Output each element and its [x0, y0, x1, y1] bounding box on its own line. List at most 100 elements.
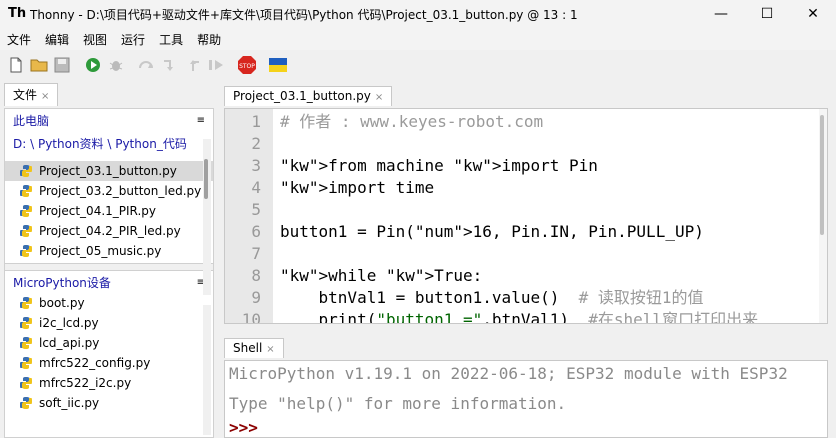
resume-icon[interactable]: [206, 55, 226, 75]
file-name: Project_03.2_button_led.py: [39, 184, 202, 198]
python-file-icon: [19, 204, 33, 218]
shell-prompt[interactable]: >>>: [229, 417, 258, 437]
menu-help[interactable]: 帮助: [190, 31, 228, 48]
code-text: "kw">import time: [280, 178, 435, 197]
python-file-icon: [19, 224, 33, 238]
window-title: Thonny - D:\项目代码+驱动文件+库文件\项目代码\Python 代码…: [30, 7, 578, 22]
file-name: Project_03.1_button.py: [39, 164, 177, 178]
files-tab[interactable]: 文件 ×: [4, 83, 59, 106]
step-over-icon[interactable]: [137, 55, 157, 75]
shell-area: Shell × MicroPython v1.19.1 on 2022-06-18…: [224, 336, 836, 438]
list-item[interactable]: mfrc522_config.py: [5, 353, 213, 373]
ukraine-flag-icon[interactable]: [268, 55, 288, 75]
debug-icon[interactable]: [106, 55, 126, 75]
line-number: 8: [251, 266, 261, 285]
file-name: Project_04.1_PIR.py: [39, 204, 156, 218]
line-number: 2: [251, 134, 261, 153]
code-text: button1 = Pin("num">16, Pin.IN, Pin.PULL…: [280, 222, 704, 241]
list-item[interactable]: boot.py: [5, 293, 213, 313]
file-name: soft_iic.py: [39, 396, 100, 410]
list-item[interactable]: soft_iic.py: [5, 393, 213, 413]
line-number: 5: [251, 200, 261, 219]
editor-tab-label: Project_03.1_button.py: [233, 89, 371, 103]
code-text: btnVal1 = button1.value() # 读取按钮1的值: [280, 288, 704, 307]
list-item[interactable]: mfrc522_i2c.py: [5, 373, 213, 393]
new-file-icon[interactable]: [6, 55, 26, 75]
toolbar: STOP: [0, 52, 836, 78]
file-browser: 此电脑 ≡ D: \ Python资料 \ Python_代码 Project_…: [4, 108, 214, 438]
code-text: # 作者 : www.keyes-robot.com: [280, 112, 544, 131]
shell-line: Type "help()" for more information.: [229, 394, 567, 413]
close-button[interactable]: ✕: [790, 0, 836, 28]
code-line: 1 # 作者 : www.keyes-robot.com: [225, 111, 825, 133]
file-name: lcd_api.py: [39, 336, 100, 350]
thonny-logo-icon: Th: [8, 6, 27, 21]
divider: [5, 263, 213, 271]
code-line: 6 button1 = Pin("num">16, Pin.IN, Pin.PUL…: [225, 221, 825, 243]
list-item[interactable]: lcd_api.py: [5, 333, 213, 353]
step-out-icon[interactable]: [183, 55, 203, 75]
editor-tab[interactable]: Project_03.1_button.py ×: [224, 86, 393, 106]
menu-tools[interactable]: 工具: [152, 31, 190, 48]
menu-bar: 文件 编辑 视图 运行 工具 帮助: [0, 28, 836, 50]
python-file-icon: [19, 316, 33, 330]
menu-file[interactable]: 文件: [0, 31, 38, 48]
save-icon[interactable]: [52, 55, 72, 75]
close-icon[interactable]: ×: [266, 344, 274, 355]
local-heading: 此电脑: [13, 113, 50, 128]
device-heading: MicroPython设备: [13, 275, 111, 290]
code-line: 9 btnVal1 = button1.value() # 读取按钮1的值: [225, 287, 825, 309]
python-file-icon: [19, 244, 33, 258]
step-into-icon[interactable]: [160, 55, 180, 75]
list-item[interactable]: Project_04.2_PIR_led.py: [5, 221, 213, 241]
code-line: 8 "kw">while "kw">True:: [225, 265, 825, 287]
device-section-header: MicroPython设备 ≡: [5, 271, 213, 293]
shell-tab[interactable]: Shell ×: [224, 338, 284, 358]
code-line: 2: [225, 133, 825, 155]
local-scrollbar[interactable]: [203, 139, 211, 295]
file-name: mfrc522_config.py: [39, 356, 151, 370]
open-folder-icon[interactable]: [29, 55, 49, 75]
list-item[interactable]: Project_04.1_PIR.py: [5, 201, 213, 221]
files-tab-label: 文件: [13, 88, 38, 102]
line-number: 6: [251, 222, 261, 241]
stop-icon-label: STOP: [239, 63, 255, 70]
file-name: boot.py: [39, 296, 85, 310]
list-item[interactable]: Project_05_music.py: [5, 241, 213, 261]
local-section-header: 此电脑 ≡: [5, 109, 213, 131]
line-number: 3: [251, 156, 261, 175]
device-scrollbar[interactable]: [203, 305, 211, 435]
scrollbar-thumb[interactable]: [204, 159, 208, 199]
minimize-button[interactable]: —: [698, 0, 744, 28]
list-item[interactable]: Project_03.1_button.py: [5, 161, 213, 181]
shell-line: MicroPython v1.19.1 on 2022-06-18; ESP32…: [229, 364, 788, 383]
hamburger-menu-icon[interactable]: ≡: [197, 115, 205, 126]
python-file-icon: [19, 296, 33, 310]
close-icon[interactable]: ×: [41, 91, 49, 102]
line-number: 9: [251, 288, 261, 307]
list-item[interactable]: i2c_lcd.py: [5, 313, 213, 333]
scrollbar-thumb[interactable]: [820, 115, 824, 235]
breadcrumb[interactable]: D: \ Python资料 \ Python_代码: [5, 131, 213, 153]
list-item[interactable]: Project_03.2_button_led.py: [5, 181, 213, 201]
line-number: 7: [251, 244, 261, 263]
shell-console[interactable]: MicroPython v1.19.1 on 2022-06-18; ESP32…: [224, 360, 828, 438]
menu-view[interactable]: 视图: [76, 31, 114, 48]
close-icon[interactable]: ×: [375, 92, 383, 103]
menu-edit[interactable]: 编辑: [38, 31, 76, 48]
code-editor[interactable]: 1 # 作者 : www.keyes-robot.com 2 3 "kw">from m…: [224, 108, 828, 324]
editor-scrollbar[interactable]: [819, 109, 827, 323]
run-icon[interactable]: [83, 55, 103, 75]
file-name: Project_04.2_PIR_led.py: [39, 224, 181, 238]
file-name: i2c_lcd.py: [39, 316, 99, 330]
python-file-icon: [19, 356, 33, 370]
file-name: mfrc522_i2c.py: [39, 376, 132, 390]
file-name: Project_05_music.py: [39, 244, 162, 258]
code-text: "kw">while "kw">True:: [280, 266, 483, 285]
maximize-button[interactable]: ☐: [744, 0, 790, 28]
stop-icon[interactable]: STOP: [237, 55, 257, 75]
title-bar: Th Thonny - D:\项目代码+驱动文件+库文件\项目代码\Python…: [0, 0, 836, 28]
python-file-icon: [19, 396, 33, 410]
code-line: 5: [225, 199, 825, 221]
menu-run[interactable]: 运行: [114, 31, 152, 48]
